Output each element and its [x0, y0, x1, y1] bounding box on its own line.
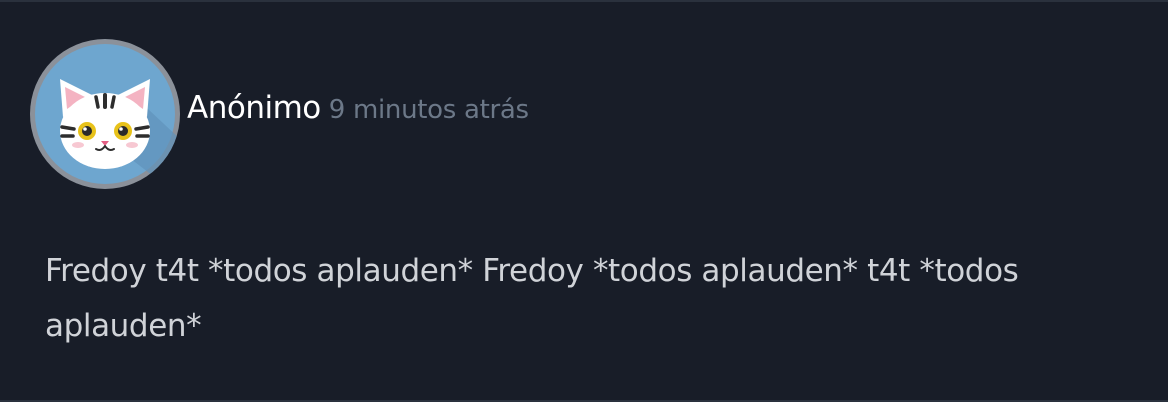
author-name[interactable]: Anónimo: [187, 90, 321, 126]
cat-face-icon: [35, 44, 180, 189]
timestamp: 9 minutos atrás: [328, 95, 529, 125]
comment-text: Fredoy t4t *todos aplauden* Fredoy *todo…: [45, 253, 1019, 344]
comment-header: Anónimo 9 minutos atrás: [187, 90, 529, 136]
avatar[interactable]: [30, 39, 180, 189]
comment-card: Anónimo 9 minutos atrás Fredoy t4t *todos…: [0, 0, 1168, 402]
